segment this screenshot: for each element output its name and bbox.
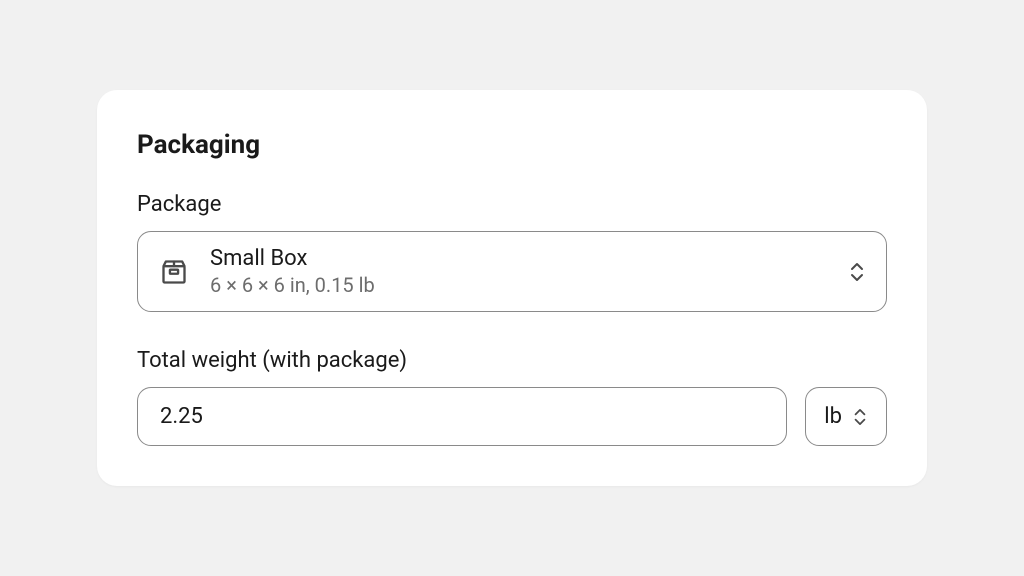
package-name: Small Box (210, 246, 828, 271)
weight-unit-label: lb (824, 404, 842, 429)
package-select-text: Small Box 6 × 6 × 6 in, 0.15 lb (210, 246, 828, 297)
weight-row: lb (137, 387, 887, 446)
packaging-card: Packaging Package Small Box 6 × 6 × 6 in… (97, 90, 927, 486)
weight-unit-select[interactable]: lb (805, 387, 887, 446)
package-box-icon (158, 256, 190, 288)
chevron-up-down-icon (848, 260, 866, 284)
weight-input[interactable] (137, 387, 787, 446)
chevron-up-down-icon (852, 406, 868, 428)
package-select[interactable]: Small Box 6 × 6 × 6 in, 0.15 lb (137, 231, 887, 312)
package-dims: 6 × 6 × 6 in, 0.15 lb (210, 273, 828, 297)
package-label: Package (137, 192, 887, 217)
weight-label: Total weight (with package) (137, 348, 887, 373)
card-title: Packaging (137, 130, 887, 160)
